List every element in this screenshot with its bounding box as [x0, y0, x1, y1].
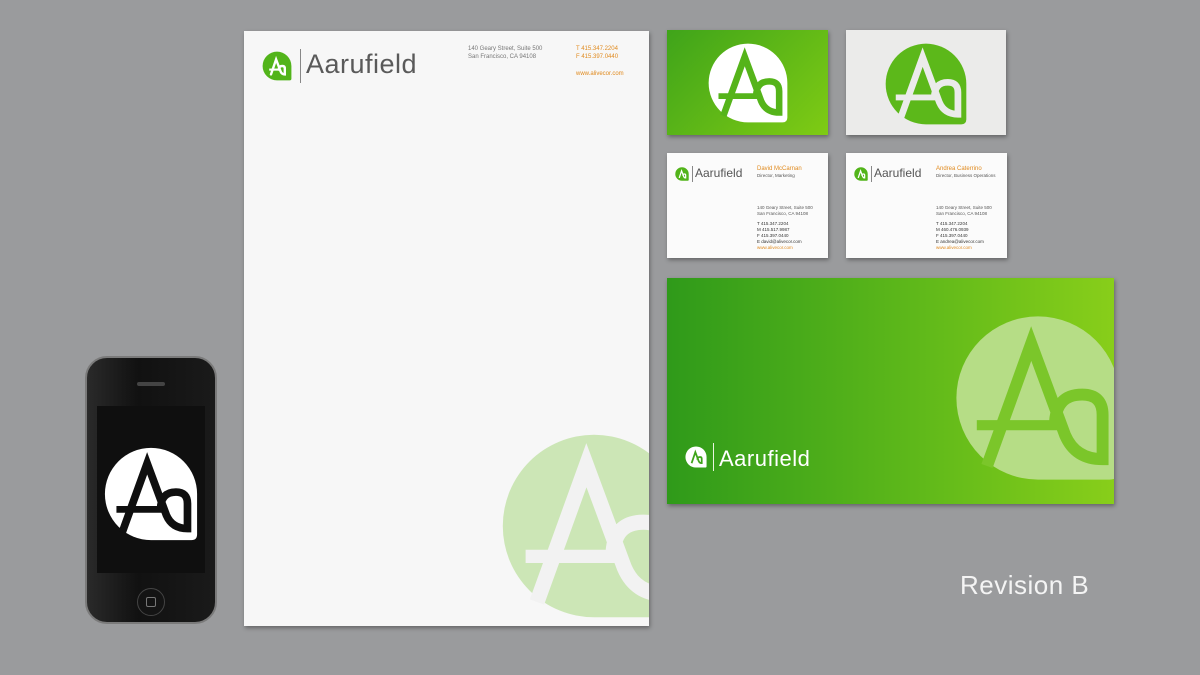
person-title: Director, Business Operations: [936, 173, 996, 178]
fax-line: F 415.397.0440: [576, 54, 619, 60]
person-title: Director, Marketing: [757, 173, 795, 178]
phone-mockup: [85, 356, 217, 624]
address-line: San Francisco, CA 94108: [468, 54, 537, 60]
phone-screen: [97, 406, 205, 573]
address-line: 140 Geary Street, Suite 500: [468, 46, 543, 52]
card-contact: T 415.347.2204 M 415.517.9987 F 415.397.…: [757, 221, 802, 245]
logo-divider: [300, 49, 301, 83]
logo-watermark-icon: [953, 313, 1114, 483]
logo-watermark-icon: [499, 431, 649, 621]
business-card-back-white: [846, 30, 1006, 135]
business-card-front: Aarufield Andrea Caterrino Director, Bus…: [846, 153, 1007, 258]
aarufield-logo-icon: [707, 42, 789, 124]
phone-line: T 415.347.2204: [576, 46, 618, 52]
brand-name: Aarufield: [695, 166, 743, 180]
aarufield-logo-icon: [675, 167, 689, 181]
aarufield-logo-icon: [262, 51, 292, 81]
aarufield-logo-icon: [884, 42, 968, 126]
brand-name: Aarufield: [306, 49, 418, 79]
home-square-icon: [146, 597, 156, 607]
logo-divider: [692, 166, 693, 182]
aarufield-logo-icon: [854, 167, 868, 181]
revision-label: Revision B: [960, 570, 1090, 600]
phone-speaker: [137, 382, 165, 386]
card-web: www.alivecor.com: [936, 245, 972, 250]
envelope: Aarufield: [667, 278, 1114, 504]
letterhead-web: www.alivecor.com: [576, 71, 624, 77]
business-card-back-green: [667, 30, 828, 135]
logo-divider: [871, 166, 872, 182]
aarufield-logo-icon: [103, 446, 199, 542]
aarufield-logo-icon: [685, 446, 707, 468]
logo-divider: [713, 443, 714, 471]
card-address: 140 Geary Street, Suite 500 San Francisc…: [757, 205, 813, 217]
letterhead-contact: T 415.347.2204 F 415.397.0440: [576, 45, 618, 61]
brand-name: Aarufield: [719, 446, 811, 471]
address-line: San Francisco, CA 94108: [936, 211, 988, 216]
letterhead: Aarufield 140 Geary Street, Suite 500 Sa…: [244, 31, 649, 626]
letterhead-address: 140 Geary Street, Suite 500 San Francisc…: [468, 45, 542, 61]
address-line: San Francisco, CA 94108: [757, 211, 809, 216]
person-name: David McCarnan: [757, 166, 802, 172]
card-address: 140 Geary Street, Suite 500 San Francisc…: [936, 205, 992, 217]
brand-name: Aarufield: [874, 166, 922, 180]
home-button[interactable]: [137, 588, 165, 616]
business-card-front: Aarufield David McCarnan Director, Marke…: [667, 153, 828, 258]
card-web: www.alivecor.com: [757, 245, 793, 250]
card-contact: T 415.347.2204 M 460.476.0939 F 415.397.…: [936, 221, 984, 245]
person-name: Andrea Caterrino: [936, 166, 982, 172]
